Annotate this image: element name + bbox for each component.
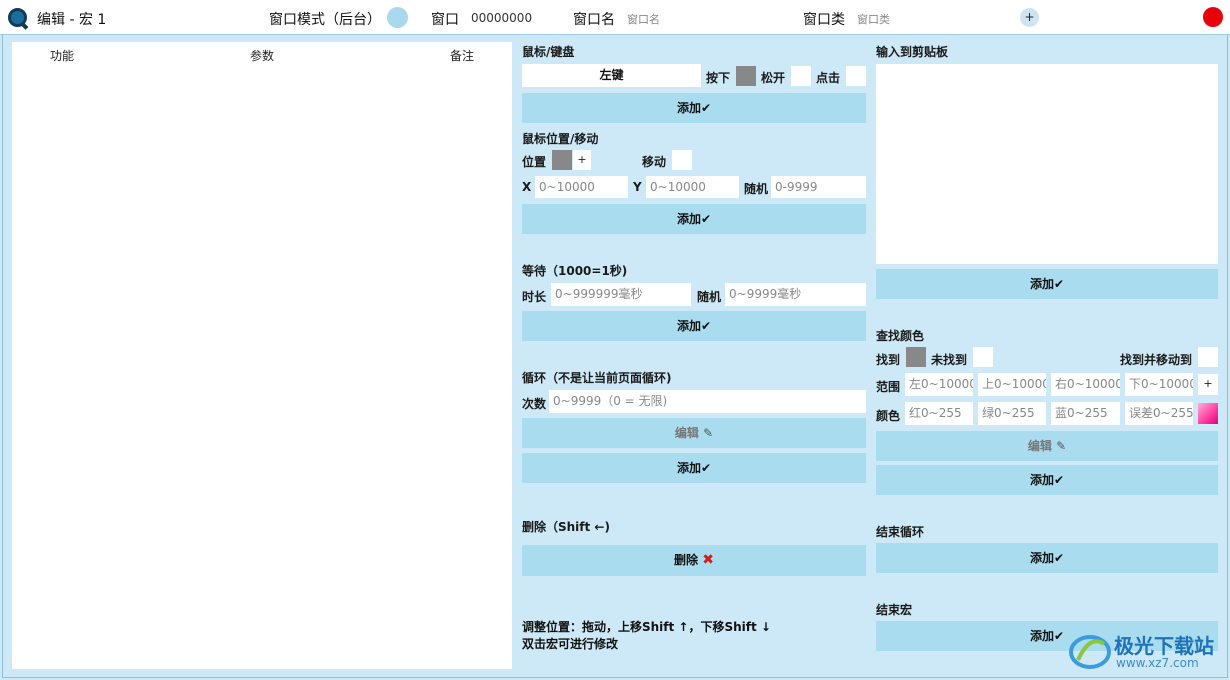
loop-edit-label: 编辑 (674, 426, 699, 440)
find-color-title: 查找颜色 (876, 329, 925, 343)
delete-label: 删除 (674, 553, 699, 567)
press-checkbox[interactable] (736, 66, 756, 86)
tolerance-input[interactable]: 误差0~255 (1125, 402, 1193, 425)
wait-random-input[interactable]: 0~9999毫秒 (725, 283, 866, 306)
pencil-icon: ✎ (698, 426, 714, 440)
range-bottom-input[interactable]: 下0~10000 (1125, 373, 1193, 396)
position-checkbox[interactable] (552, 150, 572, 170)
macro-list[interactable]: 功能 参数 备注 (12, 42, 512, 669)
position-random-input[interactable]: 0-9999 (771, 176, 866, 198)
move-label: 移动 (642, 155, 667, 169)
mouse-keyboard-add-button[interactable]: 添加✔ (522, 93, 866, 123)
release-label: 松开 (761, 71, 786, 85)
pick-range-button[interactable]: + (1198, 374, 1218, 395)
end-loop-add-button[interactable]: 添加✔ (876, 543, 1218, 573)
loop-count-label: 次数 (522, 397, 547, 411)
window-title: 编辑 - 宏 1 (37, 12, 107, 28)
not-found-checkbox[interactable] (973, 347, 993, 367)
found-move-checkbox[interactable] (1198, 347, 1218, 367)
wait-title: 等待（1000=1秒) (522, 264, 628, 278)
found-move-label: 找到并移动到 (1120, 353, 1193, 367)
watermark-url: www.xz7.com (1116, 656, 1199, 670)
window-label: 窗口 (431, 12, 459, 28)
window-name-input[interactable]: 窗口名 (627, 11, 787, 27)
pencil-icon: ✎ (1051, 439, 1067, 453)
range-left-input[interactable]: 左0~10000 (905, 373, 973, 396)
blue-input[interactable]: 蓝0~255 (1051, 402, 1120, 425)
mouse-position-title: 鼠标位置/移动 (522, 132, 599, 146)
range-label: 范围 (876, 380, 901, 394)
clipboard-textarea[interactable] (876, 64, 1218, 264)
x-input[interactable]: 0~10000 (535, 176, 628, 198)
wait-random-label: 随机 (697, 290, 722, 304)
x-label: X (522, 180, 532, 194)
app-logo-icon (8, 8, 27, 27)
pick-window-button[interactable]: + (1020, 8, 1039, 27)
column-header-params[interactable]: 参数 (250, 47, 274, 64)
key-select[interactable]: 左键 (522, 64, 701, 87)
window-mode-toggle[interactable] (387, 7, 408, 28)
loop-count-input[interactable]: 0~9999（0 = 无限) (549, 390, 866, 413)
watermark: 极光下载站 www.xz7.com (1068, 628, 1228, 674)
duration-input[interactable]: 0~999999毫秒 (551, 283, 691, 306)
title-bar: 编辑 - 宏 1 窗口模式（后台） 窗口 00000000 窗口名 窗口名 窗口… (0, 0, 1230, 35)
found-label: 找到 (876, 353, 901, 367)
hint-line-1: 调整位置：拖动，上移Shift ↑，下移Shift ↓ (522, 620, 771, 634)
position-random-label: 随机 (744, 182, 769, 196)
wait-add-button[interactable]: 添加✔ (522, 311, 866, 341)
end-loop-title: 结束循环 (876, 525, 925, 539)
watermark-title: 极光下载站 (1114, 634, 1214, 658)
mouse-position-add-button[interactable]: 添加✔ (522, 204, 866, 234)
watermark-logo-icon (1069, 635, 1111, 669)
release-checkbox[interactable] (791, 66, 811, 86)
position-label: 位置 (522, 155, 547, 169)
y-input[interactable]: 0~10000 (646, 176, 739, 198)
press-label: 按下 (706, 71, 731, 85)
find-color-edit-label: 编辑 (1027, 439, 1052, 453)
close-button[interactable] (1203, 7, 1223, 27)
window-class-input[interactable]: 窗口类 (857, 11, 1007, 27)
delete-x-icon: ✖ (702, 552, 714, 568)
find-color-add-button[interactable]: 添加✔ (876, 465, 1218, 495)
pick-position-button[interactable]: + (573, 150, 591, 170)
end-macro-title: 结束宏 (876, 603, 913, 617)
delete-button[interactable]: 删除 ✖ (522, 545, 866, 576)
window-name-label: 窗口名 (573, 12, 615, 28)
window-handle-value: 00000000 (471, 11, 533, 25)
loop-edit-button[interactable]: 编辑 ✎ (522, 418, 866, 448)
mouse-keyboard-title: 鼠标/键盘 (522, 45, 575, 59)
not-found-label: 未找到 (931, 353, 968, 367)
color-label: 颜色 (876, 409, 901, 423)
clipboard-add-button[interactable]: 添加✔ (876, 269, 1218, 299)
y-label: Y (633, 180, 642, 194)
red-input[interactable]: 红0~255 (905, 402, 973, 425)
color-picker-swatch[interactable] (1198, 403, 1218, 424)
window-mode-label: 窗口模式（后台） (269, 12, 381, 28)
move-checkbox[interactable] (672, 150, 692, 170)
range-right-input[interactable]: 右0~10000 (1051, 373, 1120, 396)
delete-title: 删除（Shift ←) (522, 520, 610, 534)
green-input[interactable]: 绿0~255 (978, 402, 1046, 425)
click-label: 点击 (816, 71, 841, 85)
duration-label: 时长 (522, 290, 547, 304)
loop-title: 循环（不是让当前页面循环) (522, 371, 672, 385)
found-checkbox[interactable] (906, 347, 926, 367)
window-class-label: 窗口类 (803, 12, 845, 28)
hint-line-2: 双击宏可进行修改 (522, 637, 619, 651)
loop-add-button[interactable]: 添加✔ (522, 453, 866, 483)
column-header-notes[interactable]: 备注 (450, 47, 474, 64)
clipboard-title: 输入到剪贴板 (876, 45, 949, 59)
column-header-function[interactable]: 功能 (50, 47, 74, 64)
click-checkbox[interactable] (846, 66, 866, 86)
range-top-input[interactable]: 上0~10000 (978, 373, 1046, 396)
find-color-edit-button[interactable]: 编辑 ✎ (876, 431, 1218, 461)
